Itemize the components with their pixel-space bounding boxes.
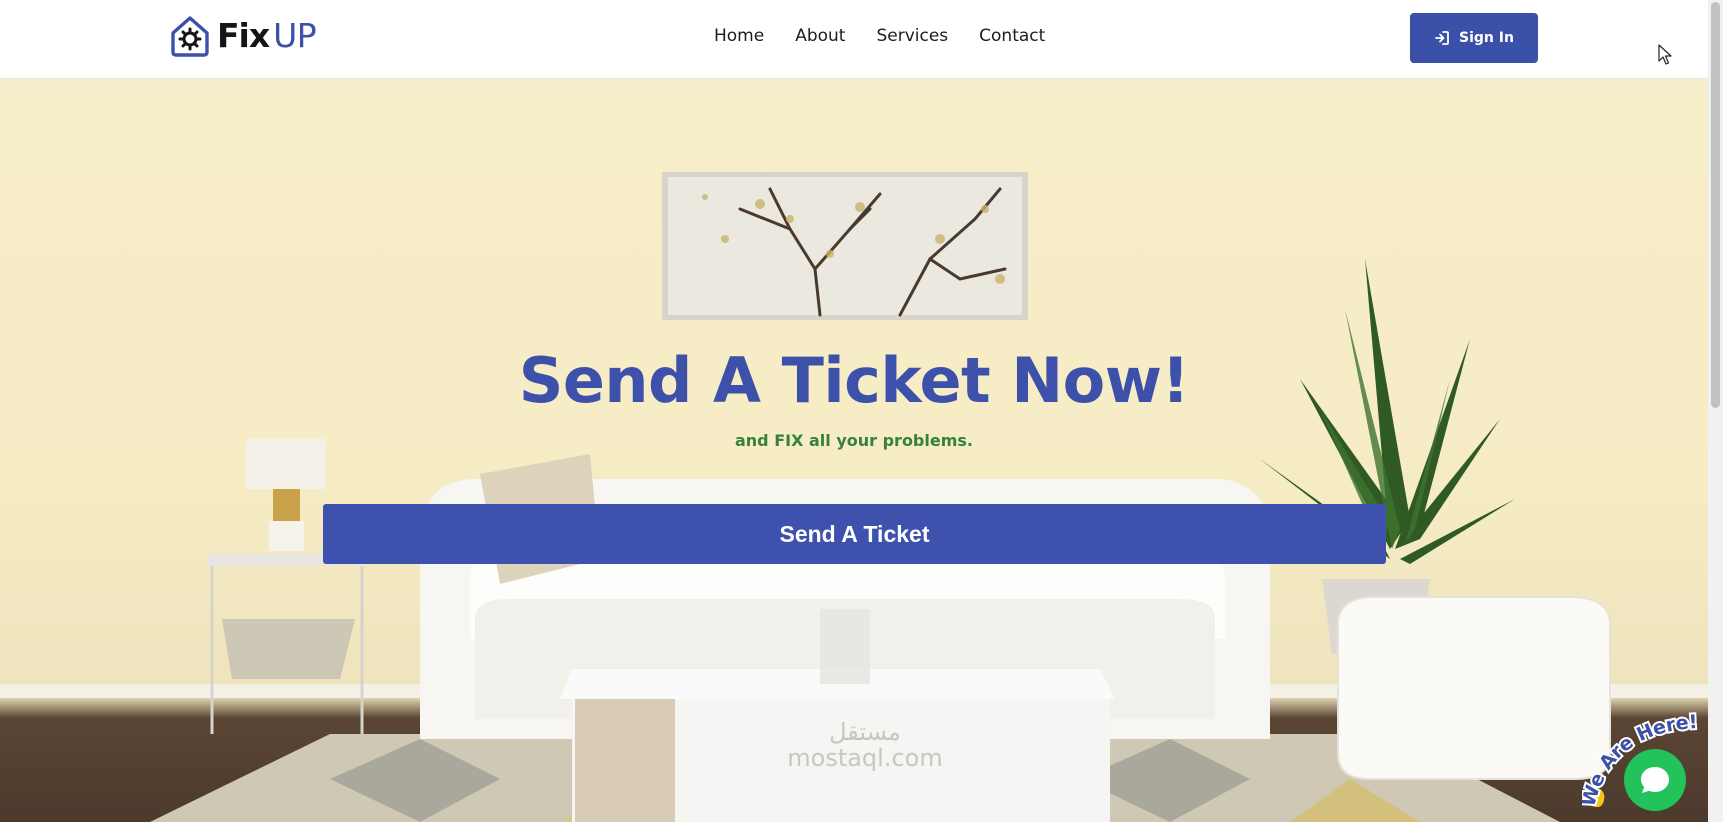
nav-home[interactable]: Home: [714, 26, 764, 46]
watermark-arabic: مستقل: [829, 718, 901, 746]
mouse-cursor-icon: [1658, 44, 1672, 65]
brand-name-up: UP: [273, 15, 317, 55]
hero-subtitle: and FIX all your problems.: [734, 431, 973, 450]
living-room-background: [0, 172, 1708, 822]
brand-name-fix: Fix: [217, 15, 270, 55]
send-ticket-button[interactable]: Send A Ticket: [323, 504, 1386, 564]
hero-section: Send A Ticket Now! and FIX all your prob…: [0, 79, 1708, 822]
nav-contact[interactable]: Contact: [979, 26, 1045, 46]
house-gear-icon: [171, 16, 209, 57]
chat-bubble-icon: [1641, 767, 1669, 793]
scrollbar-thumb[interactable]: [1711, 2, 1720, 408]
sign-in-button[interactable]: Sign In: [1410, 13, 1538, 63]
watermark-url: mostaql.com: [787, 744, 943, 773]
page-scrollbar[interactable]: [1708, 0, 1723, 822]
sign-in-arrow-icon: [1435, 31, 1449, 45]
brand-logo[interactable]: Fix UP: [168, 12, 317, 58]
nav-about[interactable]: About: [795, 26, 845, 46]
chat-button[interactable]: [1624, 749, 1686, 811]
nav-services[interactable]: Services: [876, 26, 948, 46]
site-header: Fix UP Home About Services Contact Sign …: [0, 0, 1708, 79]
watermark: مستقل mostaql.com: [760, 719, 970, 772]
hero-title: Send A Ticket Now!: [518, 344, 1190, 417]
main-nav: Home About Services Contact: [714, 26, 1045, 46]
sign-in-label: Sign In: [1459, 30, 1514, 46]
